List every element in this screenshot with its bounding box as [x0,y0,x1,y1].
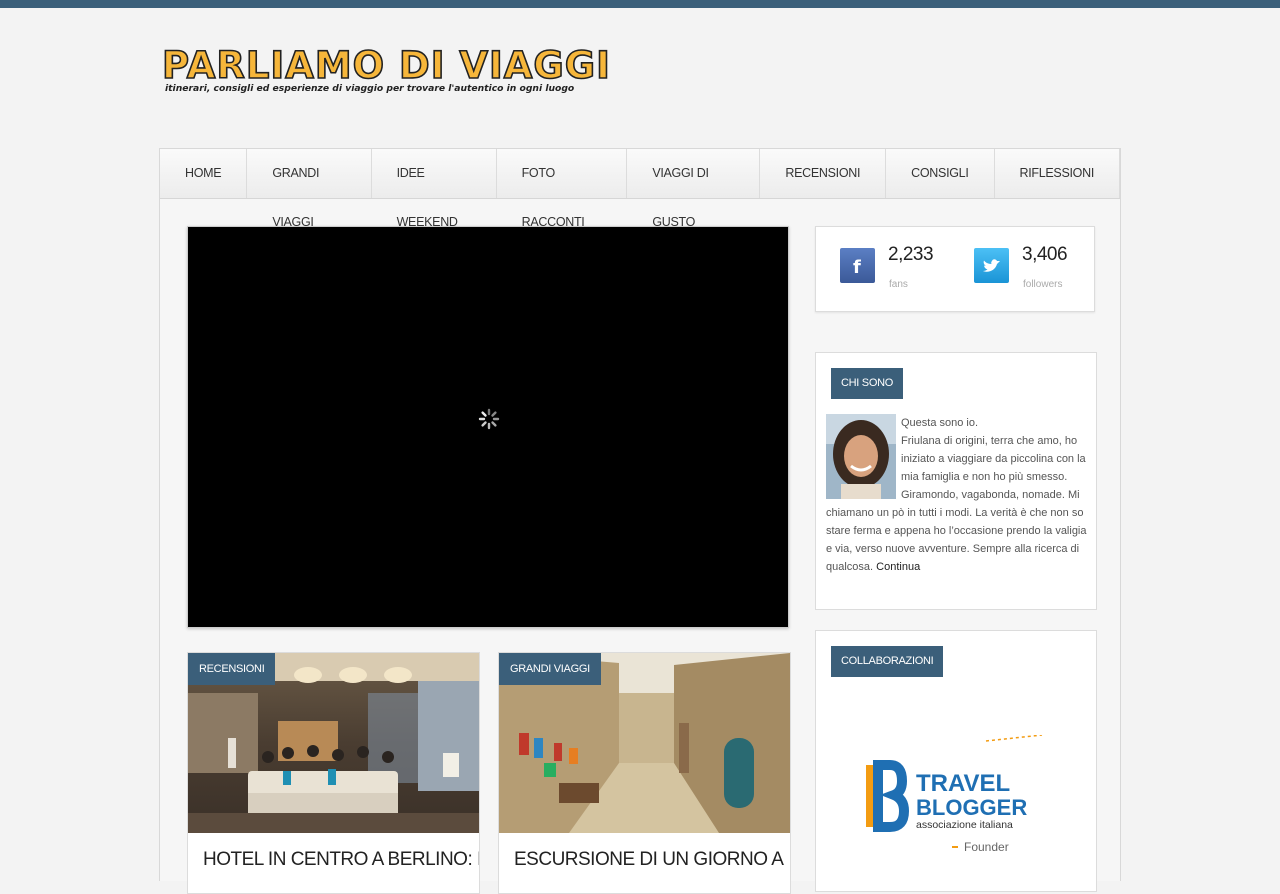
nav-item-idee-weekend[interactable]: IDEE WEEKEND [372,149,497,229]
post-category-badge[interactable]: RECENSIONI [188,653,276,685]
svg-text:TRAVEL: TRAVEL [916,770,1010,797]
author-photo [826,414,901,500]
nav-item-grandi-viaggi[interactable]: GRANDI VIAGGI [247,149,372,229]
post-thumbnail-old-street[interactable]: GRANDI VIAGGI [499,653,790,833]
post-card[interactable]: GRANDI VIAGGI ESCURSIONE DI UN GIORNO A [498,652,791,894]
facebook-icon[interactable]: f [840,248,875,283]
svg-text:Founder: Founder [964,840,1009,854]
about-continue-link[interactable]: Continua [876,561,920,573]
post-card[interactable]: RECENSIONI HOTEL IN CENTRO A BERLINO: IL [187,652,480,894]
top-accent-bar [0,0,1280,8]
nav-item-home[interactable]: HOME [160,149,248,198]
about-widget-title: CHI SONO [831,368,903,399]
nav-item-riflessioni[interactable]: RIFLESSIONI [995,149,1120,198]
loading-spinner-icon [478,408,500,430]
nav-item-recensioni[interactable]: RECENSIONI [760,149,887,198]
collaborations-widget: COLLABORAZIONI TRAVEL BLOGGER associazio… [815,630,1097,892]
site-title: PARLIAMO DI VIAGGI [161,43,611,88]
featured-video-player[interactable] [187,226,789,628]
svg-text:BLOGGER: BLOGGER [916,795,1027,820]
post-title[interactable]: ESCURSIONE DI UN GIORNO A [514,849,784,871]
main-container: HOME GRANDI VIAGGI IDEE WEEKEND FOTO RAC… [159,148,1121,894]
nav-item-foto-racconti[interactable]: FOTO RACCONTI [497,149,628,229]
main-nav: HOME GRANDI VIAGGI IDEE WEEKEND FOTO RAC… [160,149,1120,229]
site-tagline: itinerari, consigli ed esperienze di via… [165,83,575,94]
post-category-badge[interactable]: GRANDI VIAGGI [499,653,601,685]
twitter-icon[interactable] [974,248,1009,283]
travel-blogger-badge[interactable]: TRAVEL BLOGGER associazione italiana Fou… [866,734,1048,855]
facebook-label: fans [889,279,908,290]
collaborations-widget-title: COLLABORAZIONI [831,646,944,677]
about-text: Questa sono io. Friulana di origini, ter… [826,414,1088,576]
about-intro: Questa sono io. [901,417,979,429]
facebook-count: 2,233 [888,244,934,265]
svg-text:associazione italiana: associazione italiana [916,819,1013,831]
social-counters: f 2,233 fans 3,406 followers [815,226,1095,312]
twitter-label: followers [1023,279,1063,290]
nav-item-consigli[interactable]: CONSIGLI [886,149,995,198]
post-thumbnail-hotel-lobby[interactable]: RECENSIONI [188,653,479,833]
about-widget: CHI SONO Questa sono io. Friulana di ori… [815,352,1097,610]
post-title[interactable]: HOTEL IN CENTRO A BERLINO: IL [203,849,479,871]
svg-text:f: f [853,257,861,278]
twitter-count: 3,406 [1022,244,1068,265]
site-logo[interactable]: PARLIAMO DI VIAGGI itinerari, consigli e… [161,43,610,100]
nav-item-viaggi-di-gusto[interactable]: VIAGGI DI GUSTO [627,149,761,229]
